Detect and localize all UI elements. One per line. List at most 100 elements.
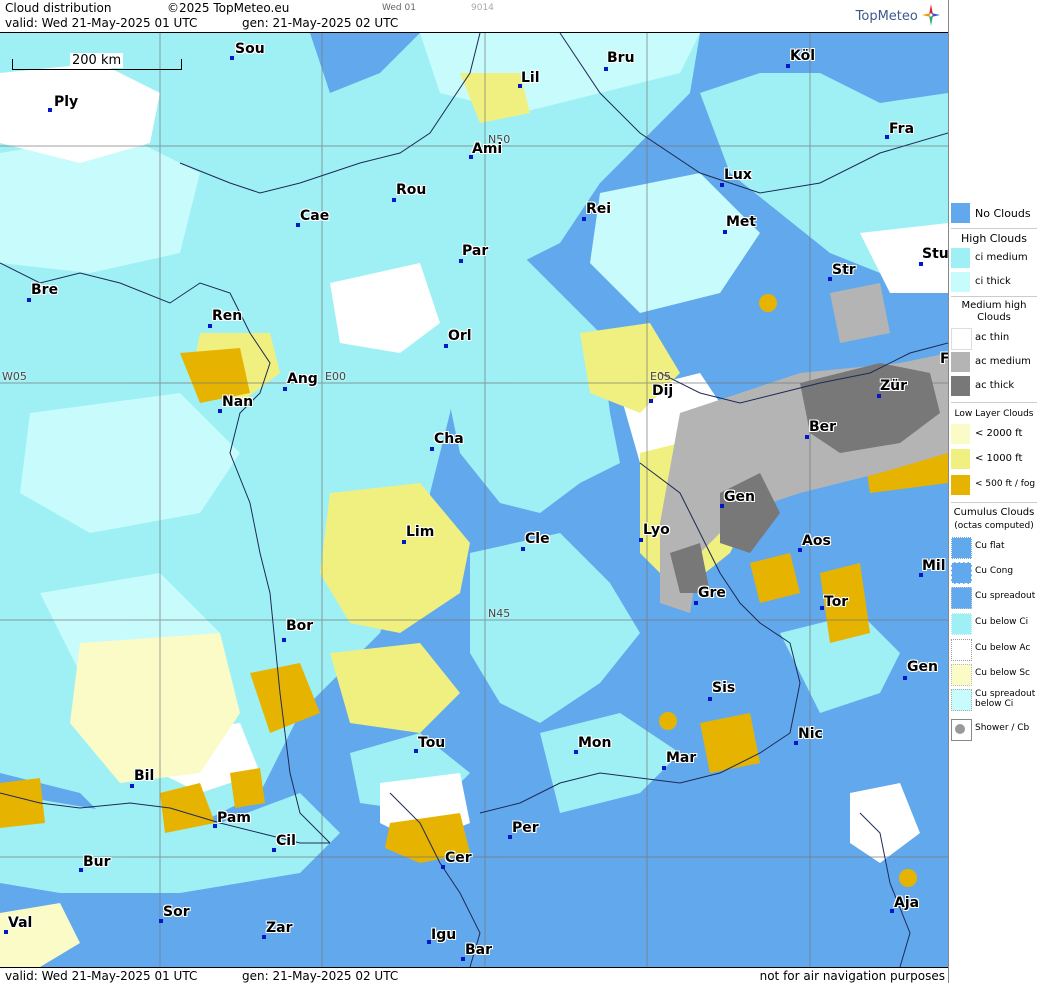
compass-icon	[922, 4, 940, 26]
city-label: Bur	[83, 854, 111, 870]
footer-generation-time: gen: 21-May-2025 02 UTC	[242, 969, 399, 983]
city-dot	[805, 435, 809, 439]
city-label: Bar	[465, 942, 493, 958]
disclaimer: not for air navigation purposes	[759, 969, 945, 983]
city-label: Mar	[666, 750, 697, 766]
city-label: Gre	[698, 585, 726, 601]
city-label: Stu	[922, 246, 948, 262]
swatch-cu-spreadout	[951, 587, 972, 609]
city-dot	[402, 540, 406, 544]
city-label: Ang	[287, 371, 318, 387]
city-dot	[283, 387, 287, 391]
city-dot	[282, 638, 286, 642]
swatch-low-500	[951, 475, 970, 495]
scale-label: 200 km	[70, 53, 124, 68]
city-label: Cae	[300, 208, 330, 224]
swatch-cu-spreadout-below-ci	[951, 689, 972, 711]
city-dot	[459, 259, 463, 263]
legend-label: Cu spreadout below Ci	[975, 689, 1036, 709]
legend-no-clouds: No Clouds	[951, 203, 1039, 225]
city-label: Val	[8, 915, 33, 931]
city-dot	[708, 697, 712, 701]
city-label: Sis	[712, 680, 736, 696]
legend-ac-thick: ac thick	[951, 376, 1039, 398]
run-label: Wed 01	[382, 3, 416, 13]
swatch-ac-medium	[951, 352, 970, 372]
city-label: Ply	[54, 94, 79, 110]
city-label: Bor	[286, 618, 314, 634]
generation-time: gen: 21-May-2025 02 UTC	[242, 16, 399, 30]
city-label: Mil	[922, 558, 946, 574]
legend-label: No Clouds	[975, 207, 1031, 220]
swatch-ci-thick	[951, 272, 970, 292]
legend-cumulus-title: Cumulus Clouds	[953, 507, 1035, 518]
legend-cu-below-ci: Cu below Ci	[951, 613, 1039, 635]
legend-ac-medium: ac medium	[951, 352, 1039, 374]
city-label: Gen	[724, 489, 755, 505]
city-label: Cle	[525, 531, 550, 547]
legend-ci-medium: ci medium	[951, 248, 1039, 270]
legend-label: Cu flat	[975, 541, 1005, 551]
swatch-low-1000	[951, 449, 970, 469]
city-label: Cil	[276, 833, 296, 849]
legend-cu-below-sc: Cu below Sc	[951, 664, 1039, 686]
legend-label: Cu below Ac	[975, 643, 1031, 653]
legend-cu-spreadout: Cu spreadout	[951, 587, 1039, 609]
city-label: Ren	[212, 308, 243, 324]
swatch-ac-thin	[951, 328, 972, 350]
city-label: Lux	[724, 167, 752, 183]
city-dot	[230, 56, 234, 60]
swatch-cu-below-sc	[951, 664, 972, 686]
logo-text: TopMeteo	[855, 9, 918, 24]
grid-label-w05: W05	[2, 370, 27, 383]
city-label: Bru	[607, 50, 635, 66]
city-label: F	[940, 351, 948, 367]
city-dot	[27, 298, 31, 302]
legend-cu-below-ac: Cu below Ac	[951, 639, 1039, 661]
city-label: Nic	[798, 726, 823, 742]
city-label: Bre	[31, 282, 59, 298]
city-dot	[130, 784, 134, 788]
legend-divider	[951, 402, 1037, 403]
city-label: Met	[726, 214, 757, 230]
city-label: Par	[462, 243, 489, 259]
city-dot	[430, 447, 434, 451]
swatch-cu-cong	[951, 562, 972, 584]
legend-label: ac thin	[975, 332, 1010, 343]
cloud-map[interactable]: N50 N45 W05 E00 E05 200 km Sou Ply Lil B…	[0, 33, 948, 967]
topmeteo-logo: TopMeteo	[856, 4, 940, 26]
city-label: Zür	[880, 378, 908, 394]
city-label: Tou	[418, 735, 446, 751]
legend-shower: Shower / Cb	[951, 719, 1039, 741]
map-header: Cloud distribution ©2025 TopMeteo.eu Wed…	[0, 0, 948, 33]
city-dot	[48, 108, 52, 112]
swatch-ac-thick	[951, 376, 970, 396]
legend-panel: No Clouds High Clouds ci medium ci thick…	[948, 0, 1039, 983]
city-label: Ami	[472, 141, 503, 157]
shower-icon	[955, 724, 965, 734]
city-dot	[208, 324, 212, 328]
legend-label: Cu below Ci	[975, 617, 1029, 627]
legend-label: Cu below Sc	[975, 668, 1030, 678]
city-label: Dij	[652, 383, 674, 399]
city-dot	[639, 538, 643, 542]
city-dot	[392, 198, 396, 202]
city-label: Lil	[521, 70, 540, 86]
city-dot	[919, 262, 923, 266]
legend-label: ci thick	[975, 276, 1011, 287]
grid-label-n45: N45	[488, 607, 511, 620]
city-label: Lim	[406, 524, 435, 540]
city-label: Orl	[448, 328, 472, 344]
city-label: Per	[512, 820, 539, 836]
legend-label: < 1000 ft	[975, 453, 1023, 464]
legend-ci-thick: ci thick	[951, 272, 1039, 294]
valid-time: valid: Wed 21-May-2025 01 UTC	[5, 16, 198, 30]
city-dot	[444, 344, 448, 348]
city-dot	[521, 547, 525, 551]
legend-label: < 2000 ft	[975, 428, 1023, 439]
swatch-cu-flat	[951, 537, 972, 559]
legend-label: ac thick	[975, 380, 1015, 391]
legend-label: ci medium	[975, 252, 1028, 263]
run-code: 9014	[471, 3, 494, 13]
city-label: Ber	[809, 419, 837, 435]
